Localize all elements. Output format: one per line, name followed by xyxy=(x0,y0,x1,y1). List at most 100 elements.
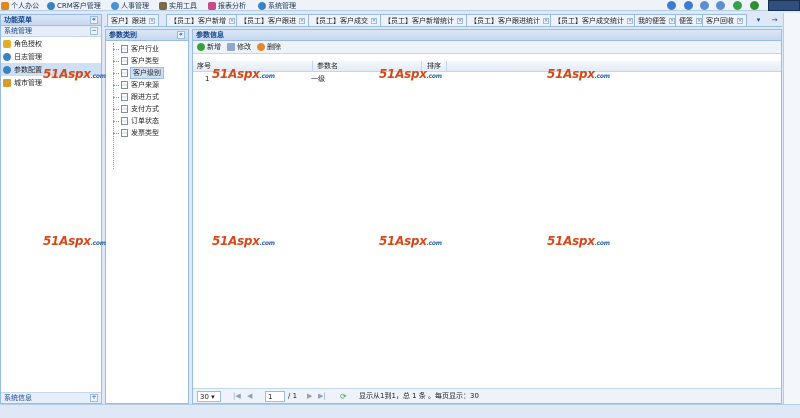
tab-my-notes[interactable]: 我的便签 × xyxy=(634,14,679,26)
tree-item-order-status[interactable]: 订单状态 xyxy=(106,115,188,127)
globe-icon xyxy=(3,65,11,74)
param-category-title: 参数类别 xyxy=(109,31,137,39)
edit-button-label: 修改 xyxy=(237,43,251,51)
close-icon[interactable]: × xyxy=(543,17,549,24)
watermark: 51Aspx.com xyxy=(43,67,106,81)
tab-employee-followup-stats[interactable]: 【员工】客户跟进统计 × xyxy=(466,14,553,26)
collapse-left-button[interactable]: « xyxy=(90,16,98,24)
tab-list-dropdown-icon[interactable]: ▾ xyxy=(754,14,763,26)
prev-page-icon[interactable]: ◀ xyxy=(247,391,252,402)
nav-item-tools[interactable]: 实用工具 xyxy=(159,0,197,11)
menu-group-label: 系统管理 xyxy=(4,27,32,35)
tree-item-label: 客户行业 xyxy=(131,45,159,53)
menu-item-label: 城市管理 xyxy=(14,78,42,87)
tree-item-followup-method[interactable]: 跟进方式 xyxy=(106,91,188,103)
last-page-icon[interactable]: ▶| xyxy=(318,391,326,402)
tab-employee-customer-deal[interactable]: 【员工】客户成交 × xyxy=(308,14,381,26)
system-info-bar[interactable]: 系统信息 + xyxy=(1,392,101,403)
nav-item-system[interactable]: 系统管理 xyxy=(258,0,296,11)
refresh-icon[interactable]: ⟳ xyxy=(340,391,347,402)
menu-item-log[interactable]: 日志管理 xyxy=(1,50,101,63)
refresh-icon[interactable] xyxy=(733,1,742,10)
menu-item-label: 参数配置 xyxy=(14,65,42,74)
nav-label: 个人办公 xyxy=(11,1,39,10)
first-page-icon[interactable]: |◀ xyxy=(233,391,241,402)
param-info-title: 参数信息 xyxy=(196,31,224,39)
tab-label: 【员工】客户跟进 xyxy=(240,16,296,25)
watermark-suffix: .com xyxy=(426,240,442,247)
document-icon xyxy=(121,57,128,65)
document-icon xyxy=(121,105,128,113)
nav-item-reports[interactable]: 报表分析 xyxy=(208,0,246,11)
plus-icon xyxy=(197,43,205,51)
home-icon[interactable] xyxy=(667,1,676,10)
table-row[interactable]: 1 一级 xyxy=(193,73,781,85)
cell-name: 一级 xyxy=(311,75,325,83)
tab-employee-deal-stats[interactable]: 【员工】客户成交统计 × xyxy=(550,14,637,26)
tree-item-label: 跟进方式 xyxy=(131,93,159,101)
expand-icon[interactable]: + xyxy=(90,394,98,402)
tab-scroll-right-icon[interactable]: → xyxy=(770,14,779,26)
system-info-label: 系统信息 xyxy=(4,394,32,402)
tree-item-label: 客户来源 xyxy=(131,81,159,89)
page-number-input[interactable]: 1 xyxy=(265,391,285,402)
key-icon xyxy=(3,39,11,48)
nav-label: CRM客户管理 xyxy=(57,1,101,10)
tree-item-payment[interactable]: 支付方式 xyxy=(106,103,188,115)
tab-label: 【员工】客户成交统计 xyxy=(554,16,624,25)
tree-item-label: 支付方式 xyxy=(131,105,159,113)
menu-item-role-auth[interactable]: 角色授权 xyxy=(1,37,101,50)
close-icon[interactable]: × xyxy=(457,17,463,24)
watermark-text: 51Aspx xyxy=(547,234,595,248)
watermark-suffix: .com xyxy=(259,73,275,80)
lock-icon[interactable] xyxy=(700,1,709,10)
nav-item-crm[interactable]: CRM客户管理 xyxy=(47,0,101,11)
page-size-select[interactable]: 30 ▾ xyxy=(197,391,221,402)
nav-item-personal-office[interactable]: 个人办公 xyxy=(1,0,39,11)
close-icon[interactable]: × xyxy=(149,17,155,24)
edit-button[interactable]: 修改 xyxy=(227,42,251,52)
tree-item-type[interactable]: 客户类型 xyxy=(106,55,188,67)
add-button[interactable]: 新增 xyxy=(197,42,221,52)
watermark-text: 51Aspx xyxy=(547,67,595,81)
tree-item-industry[interactable]: 客户行业 xyxy=(106,43,188,55)
collapse-group-icon[interactable]: − xyxy=(90,27,98,35)
tree-item-label: 客户类型 xyxy=(131,57,159,65)
menu-group-system[interactable]: 系统管理 − xyxy=(1,26,101,37)
tree-item-label: 发票类型 xyxy=(131,129,159,137)
close-icon[interactable]: × xyxy=(627,17,633,24)
delete-button[interactable]: 删除 xyxy=(257,42,281,52)
tree-item-source[interactable]: 客户来源 xyxy=(106,79,188,91)
watermark: 51Aspx.com xyxy=(547,234,610,248)
watermark-suffix: .com xyxy=(426,73,442,80)
tab-employee-customer-add[interactable]: 【员工】客户新增 × xyxy=(166,14,239,26)
tab-customer-recycle[interactable]: 客户回收 × xyxy=(702,14,747,26)
tab-employee-add-stats[interactable]: 【员工】客户新增统计 × xyxy=(380,14,467,26)
param-info-header: 参数信息 xyxy=(193,30,781,41)
close-icon[interactable]: × xyxy=(737,17,743,24)
param-category-panel: 参数类别 « 客户行业 客户类型 客户级别 客户来源 跟进方式 支付方式 订单状… xyxy=(105,29,189,404)
add-button-label: 新增 xyxy=(207,43,221,51)
tab-employee-customer-followup[interactable]: 【员工】客户跟进 × xyxy=(236,14,309,26)
tree-item-invoice-type[interactable]: 发票类型 xyxy=(106,127,188,139)
watermark-suffix: .com xyxy=(90,240,106,247)
next-page-icon[interactable]: ▶ xyxy=(307,391,312,402)
tab-label: 客户】跟进 xyxy=(111,16,146,25)
exit-icon[interactable] xyxy=(750,1,759,10)
param-category-header: 参数类别 « xyxy=(106,30,188,41)
tree-item-level[interactable]: 客户级别 xyxy=(106,67,188,79)
collapse-category-button[interactable]: « xyxy=(177,31,185,39)
tab-customer-followup[interactable]: 客户】跟进 × xyxy=(107,14,159,26)
help-icon[interactable] xyxy=(716,1,725,10)
close-icon[interactable]: × xyxy=(229,17,235,24)
globe-icon xyxy=(47,1,55,10)
tree-item-label: 客户级别 xyxy=(130,67,164,79)
function-menu-header: 功能菜单 « xyxy=(1,15,101,26)
close-icon[interactable]: × xyxy=(371,17,377,24)
user-icon[interactable] xyxy=(684,1,693,10)
nav-item-hr[interactable]: 人事管理 xyxy=(111,0,149,11)
page-size-value: 30 xyxy=(200,393,209,401)
tab-strip: « 客户】跟进× 【员工】客户新增× 【员工】客户跟进× 【员工】客户成交× 【… xyxy=(104,13,782,27)
category-tree: 客户行业 客户类型 客户级别 客户来源 跟进方式 支付方式 订单状态 发票类型 xyxy=(106,41,188,169)
close-icon[interactable]: × xyxy=(299,17,305,24)
